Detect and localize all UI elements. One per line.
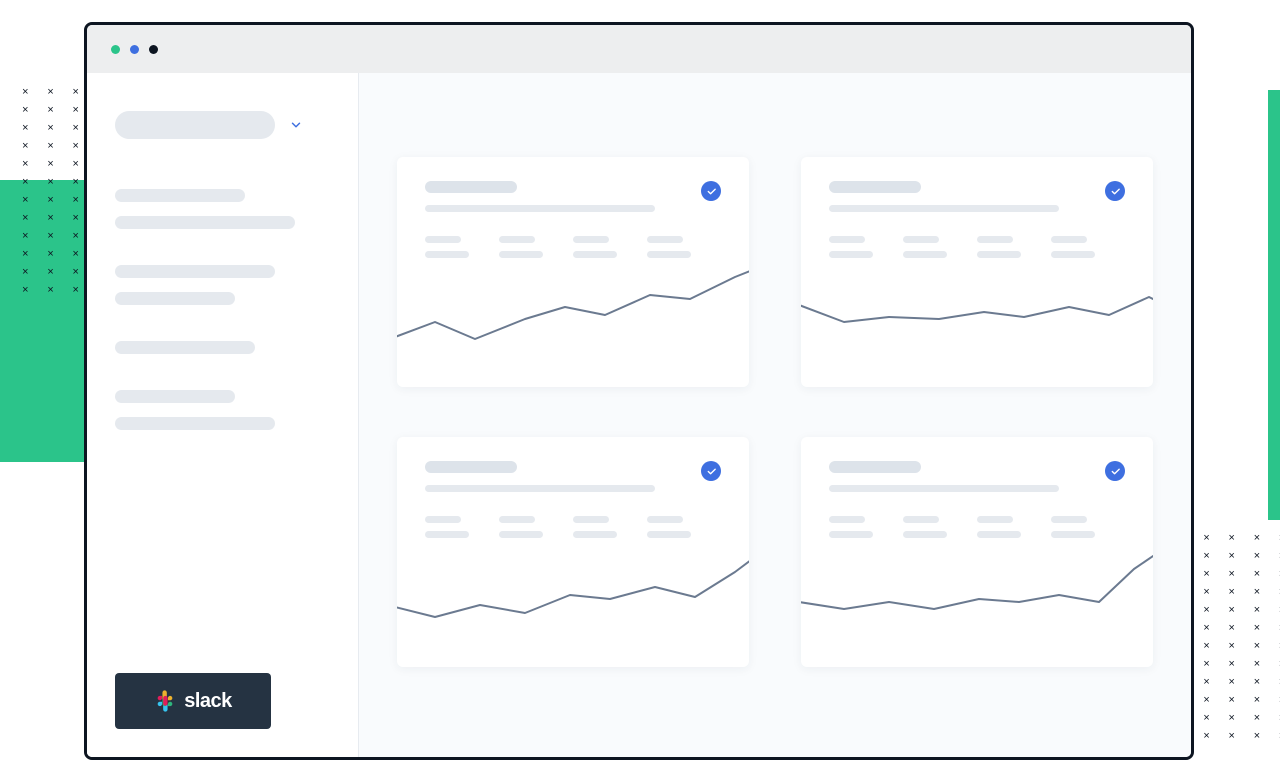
card-subtitle xyxy=(425,205,655,212)
card-stat xyxy=(647,236,691,258)
card-stat xyxy=(425,516,469,538)
decorative-green-bar xyxy=(1268,90,1280,520)
check-badge-icon xyxy=(1105,461,1125,481)
card-subtitle xyxy=(829,205,1059,212)
sidebar-nav-group xyxy=(115,341,330,354)
card-stat xyxy=(903,236,947,258)
sidebar-nav-group xyxy=(115,189,330,229)
card-stat xyxy=(977,236,1021,258)
app-body: slack xyxy=(87,73,1191,757)
sidebar-nav-item[interactable] xyxy=(115,390,235,403)
card-stats-row xyxy=(425,516,721,538)
sparkline-chart xyxy=(397,547,749,637)
traffic-light-blue[interactable] xyxy=(130,45,139,54)
main-content xyxy=(359,73,1191,757)
sidebar-nav-item[interactable] xyxy=(115,292,235,305)
browser-title-bar xyxy=(87,25,1191,73)
card-stat xyxy=(977,516,1021,538)
card-stat xyxy=(903,516,947,538)
sparkline-chart xyxy=(801,267,1153,357)
card-stats-row xyxy=(425,236,721,258)
card-stats-row xyxy=(829,516,1125,538)
sparkline-chart xyxy=(801,547,1153,637)
metric-card[interactable] xyxy=(801,157,1153,387)
card-stats-row xyxy=(829,236,1125,258)
traffic-light-green[interactable] xyxy=(111,45,120,54)
card-title xyxy=(829,461,921,473)
sidebar: slack xyxy=(87,73,359,757)
sidebar-dropdown-label xyxy=(115,111,275,139)
sidebar-nav-item[interactable] xyxy=(115,417,275,430)
card-stat xyxy=(573,236,617,258)
card-stat xyxy=(1051,516,1095,538)
card-stat xyxy=(499,236,543,258)
card-stat xyxy=(829,516,873,538)
slack-icon xyxy=(154,690,176,712)
card-subtitle xyxy=(425,485,655,492)
metric-card[interactable] xyxy=(801,437,1153,667)
card-stat xyxy=(573,516,617,538)
sidebar-dropdown[interactable] xyxy=(115,111,330,139)
card-stat xyxy=(829,236,873,258)
check-badge-icon xyxy=(701,461,721,481)
card-stat xyxy=(499,516,543,538)
slack-integration-button[interactable]: slack xyxy=(115,673,271,729)
card-title xyxy=(829,181,921,193)
check-badge-icon xyxy=(1105,181,1125,201)
card-title xyxy=(425,461,517,473)
slack-button-label: slack xyxy=(184,690,232,713)
chevron-down-icon xyxy=(289,118,303,132)
card-stat xyxy=(425,236,469,258)
sidebar-nav-group xyxy=(115,390,330,430)
browser-window: slack xyxy=(84,22,1194,760)
metric-card[interactable] xyxy=(397,157,749,387)
card-subtitle xyxy=(829,485,1059,492)
sidebar-nav-item[interactable] xyxy=(115,341,255,354)
sidebar-nav-item[interactable] xyxy=(115,189,245,202)
sidebar-nav-item[interactable] xyxy=(115,216,295,229)
sidebar-nav-group xyxy=(115,265,330,305)
metric-card[interactable] xyxy=(397,437,749,667)
card-grid xyxy=(397,157,1153,667)
card-stat xyxy=(1051,236,1095,258)
card-title xyxy=(425,181,517,193)
sidebar-nav-item[interactable] xyxy=(115,265,275,278)
sparkline-chart xyxy=(397,267,749,357)
check-badge-icon xyxy=(701,181,721,201)
traffic-light-dark[interactable] xyxy=(149,45,158,54)
card-stat xyxy=(647,516,691,538)
